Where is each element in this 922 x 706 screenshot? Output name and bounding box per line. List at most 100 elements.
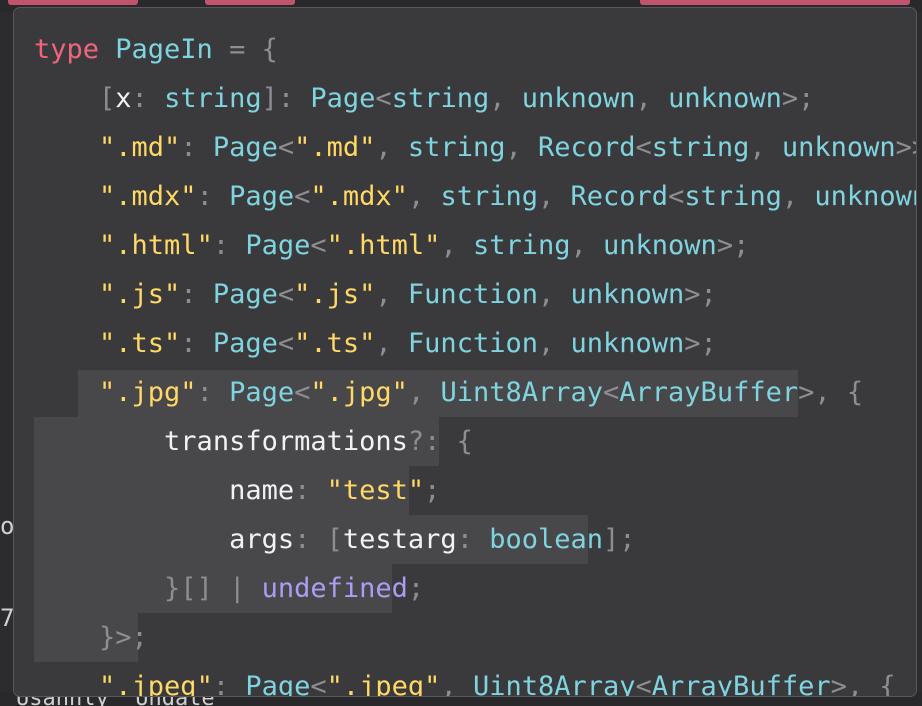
type-token: Record bbox=[537, 132, 636, 163]
punctuation-token bbox=[34, 524, 229, 555]
punctuation-token: }[] | bbox=[34, 573, 262, 604]
string-token: ".md" bbox=[99, 132, 181, 163]
code-line: ".mdx": Page<".mdx", string, Record<stri… bbox=[34, 176, 916, 225]
type-token: unknown bbox=[521, 83, 636, 114]
punctuation-token: >; bbox=[684, 279, 717, 310]
type-definition-code: type PageIn = { [x: string]: Page<string… bbox=[34, 29, 916, 697]
punctuation-token: >; bbox=[716, 230, 750, 261]
punctuation-token: : bbox=[212, 671, 246, 697]
type-token: ArrayBuffer bbox=[651, 671, 831, 697]
punctuation-token: < bbox=[635, 132, 652, 163]
type-token: boolean bbox=[489, 524, 603, 555]
punctuation-token: , bbox=[375, 279, 408, 310]
punctuation-token: , bbox=[489, 83, 522, 114]
punctuation-token: ; bbox=[424, 475, 441, 506]
type-token: unknown bbox=[570, 279, 685, 310]
type-token: Uint8Array bbox=[472, 671, 636, 697]
punctuation-token: : bbox=[294, 475, 327, 506]
punctuation-token: : bbox=[180, 279, 213, 310]
code-line: ".html": Page<".html", string, unknown>; bbox=[34, 225, 916, 274]
type-token: Uint8Array bbox=[440, 377, 604, 408]
type-token: string bbox=[440, 181, 538, 212]
punctuation-token: < bbox=[277, 279, 295, 310]
string-token: ".js" bbox=[294, 279, 376, 310]
code-line: type PageIn = { bbox=[34, 29, 916, 78]
punctuation-token: ; bbox=[407, 573, 425, 604]
punctuation-token: , bbox=[440, 230, 473, 261]
punctuation-token: : bbox=[180, 328, 213, 359]
type-token: string bbox=[651, 132, 750, 163]
type-token: Page bbox=[229, 181, 295, 212]
punctuation-token bbox=[34, 230, 99, 261]
punctuation-token bbox=[34, 426, 164, 457]
punctuation-token: < bbox=[310, 230, 327, 261]
type-token: Page bbox=[212, 132, 278, 163]
punctuation-token: : bbox=[196, 181, 230, 212]
punctuation-token bbox=[34, 475, 229, 506]
property-token: transformations bbox=[164, 426, 408, 457]
punctuation-token: , bbox=[375, 328, 408, 359]
identifier-token: x bbox=[115, 83, 132, 114]
property-token: name bbox=[229, 475, 295, 506]
punctuation-token: : bbox=[456, 524, 490, 555]
punctuation-token: : bbox=[180, 132, 213, 163]
punctuation-token: : [ bbox=[294, 524, 343, 555]
undefined-token: undefined bbox=[261, 573, 408, 604]
punctuation-token: < bbox=[294, 181, 311, 212]
string-token: ".jpeg" bbox=[326, 671, 441, 697]
type-token: Page bbox=[212, 279, 278, 310]
punctuation-token: , bbox=[407, 377, 441, 408]
punctuation-token: : bbox=[196, 377, 230, 408]
punctuation-token: < bbox=[635, 671, 652, 697]
punctuation-token: < bbox=[277, 328, 295, 359]
type-token: Page bbox=[245, 230, 311, 261]
code-line: }[] | undefined; bbox=[34, 568, 916, 617]
punctuation-token: , bbox=[538, 181, 571, 212]
type-token: string bbox=[472, 230, 571, 261]
punctuation-token: >, { bbox=[830, 671, 896, 697]
punctuation-token: , bbox=[635, 83, 669, 114]
punctuation-token bbox=[34, 279, 99, 310]
punctuation-token: , bbox=[505, 132, 538, 163]
code-line: name: "test"; bbox=[34, 470, 916, 519]
code-line: ".jpg": Page<".jpg", Uint8Array<ArrayBuf… bbox=[34, 372, 916, 421]
punctuation-token: , bbox=[570, 230, 604, 261]
string-token: ".ts" bbox=[99, 328, 181, 359]
punctuation-token: < bbox=[603, 377, 620, 408]
punctuation-token: ?: { bbox=[407, 426, 473, 457]
background-highlight bbox=[8, 0, 138, 5]
punctuation-token: < bbox=[310, 671, 327, 697]
punctuation-token: , bbox=[749, 132, 782, 163]
punctuation-token: < bbox=[294, 377, 311, 408]
string-token: ".jpeg" bbox=[99, 671, 213, 697]
type-token: string bbox=[391, 83, 490, 114]
type-token: Function bbox=[407, 328, 538, 359]
type-token: unknown bbox=[603, 230, 717, 261]
type-token: Page bbox=[245, 671, 311, 697]
string-token: ".mdx" bbox=[99, 181, 197, 212]
punctuation-token: < bbox=[375, 83, 392, 114]
type-hover-popup[interactable]: type PageIn = { [x: string]: Page<string… bbox=[13, 7, 917, 697]
string-token: ".jpg" bbox=[310, 377, 408, 408]
punctuation-token: >; bbox=[684, 328, 717, 359]
punctuation-token: >; bbox=[781, 83, 815, 114]
string-token: ".mdx" bbox=[310, 181, 408, 212]
punctuation-token bbox=[34, 181, 99, 212]
type-token: PageIn bbox=[115, 34, 213, 65]
code-line: ".ts": Page<".ts", Function, unknown>; bbox=[34, 323, 916, 372]
background-highlight bbox=[640, 0, 910, 5]
type-token: Page bbox=[229, 377, 295, 408]
punctuation-token bbox=[34, 671, 99, 696]
code-line: args: [testarg: boolean]; bbox=[34, 519, 916, 568]
punctuation-token: : bbox=[212, 230, 246, 261]
property-token: args bbox=[229, 524, 295, 555]
punctuation-token: : bbox=[131, 83, 165, 114]
type-token: string bbox=[684, 181, 782, 212]
punctuation-token: , bbox=[375, 132, 408, 163]
string-token: ".ts" bbox=[294, 328, 376, 359]
punctuation-token: }>; bbox=[34, 622, 148, 653]
type-token: Function bbox=[407, 279, 538, 310]
punctuation-token: < bbox=[668, 181, 685, 212]
string-token: ".html" bbox=[99, 230, 213, 261]
punctuation-token bbox=[34, 328, 99, 359]
